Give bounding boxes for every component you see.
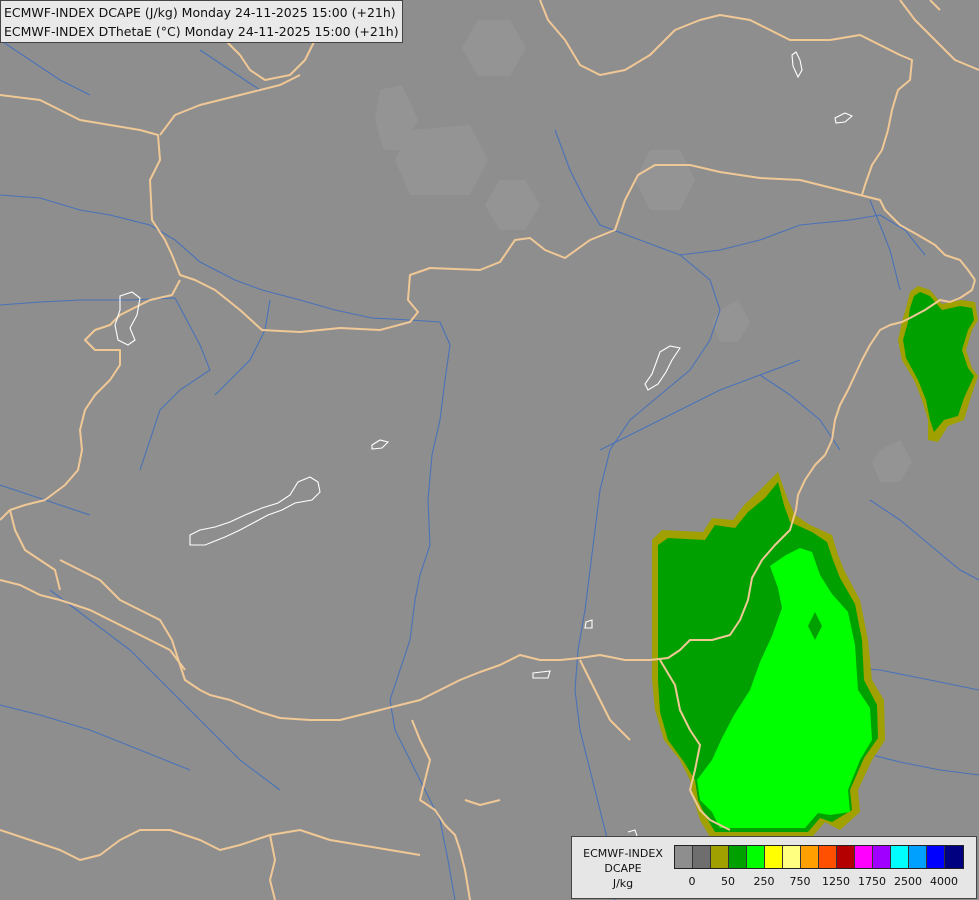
legend-ticks: 0 50 250 750 1250 1750 2500 4000 (674, 875, 964, 889)
legend-tick: 50 (721, 875, 735, 888)
legend-swatch (819, 846, 837, 868)
legend-swatch (837, 846, 855, 868)
legend-swatch (927, 846, 945, 868)
legend-swatch (765, 846, 783, 868)
legend-tick: 4000 (930, 875, 958, 888)
legend-swatch (909, 846, 927, 868)
title-dcape: ECMWF-INDEX DCAPE (J/kg) Monday 24-11-20… (4, 5, 396, 20)
legend-label: ECMWF-INDEX DCAPE J/kg (576, 846, 670, 891)
legend-tick: 250 (753, 875, 775, 888)
legend-swatch (693, 846, 711, 868)
legend-swatch (747, 846, 765, 868)
legend-swatch (675, 846, 693, 868)
legend-tick: 1750 (858, 875, 886, 888)
legend-tick: 1250 (822, 875, 850, 888)
legend-swatch (855, 846, 873, 868)
legend-swatch (801, 846, 819, 868)
legend-swatch (945, 846, 963, 868)
legend-tick: 2500 (894, 875, 922, 888)
legend-tick: 750 (789, 875, 811, 888)
legend-swatch (729, 846, 747, 868)
color-legend: ECMWF-INDEX DCAPE J/kg 0 50 250 750 1250 1750… (571, 836, 977, 899)
legend-swatch (783, 846, 801, 868)
legend-swatch (711, 846, 729, 868)
title-dthetae: ECMWF-INDEX DThetaE (°C) Monday 24-11-20… (4, 24, 399, 39)
legend-model: ECMWF-INDEX (583, 847, 663, 860)
legend-parameter: DCAPE (604, 862, 642, 875)
legend-swatch (891, 846, 909, 868)
legend-color-bar (674, 845, 964, 869)
legend-swatch (873, 846, 891, 868)
legend-unit: J/kg (612, 877, 634, 890)
legend-tick: 0 (688, 875, 696, 888)
map-title-box: ECMWF-INDEX DCAPE (J/kg) Monday 24-11-20… (0, 0, 403, 43)
weather-map (0, 0, 979, 900)
